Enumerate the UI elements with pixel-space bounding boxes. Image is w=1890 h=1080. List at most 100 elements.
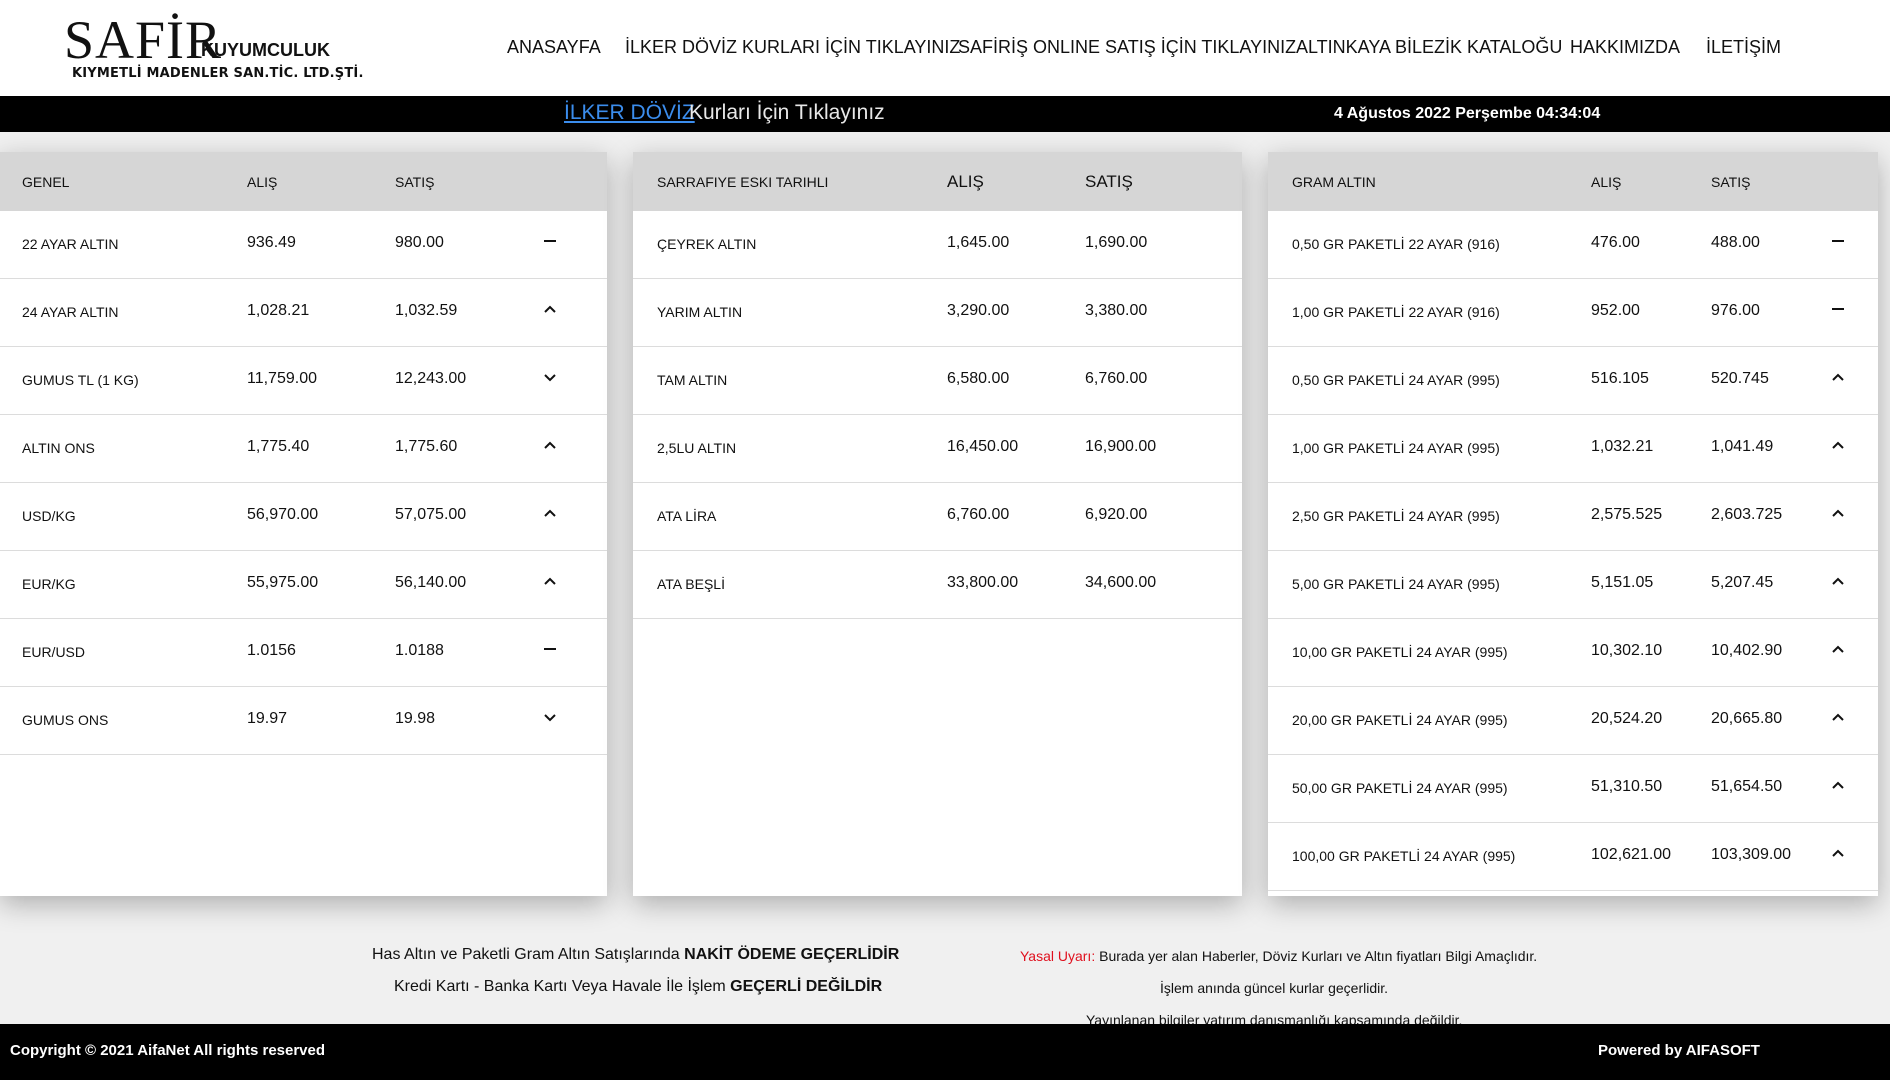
rate-buy: 5,151.05 [1591,574,1654,591]
table-row: 24 AYAR ALTIN 1,028.21 1,032.59 [0,279,607,347]
table-row: ATA BEŞLİ 33,800.00 34,600.00 [633,551,1242,619]
rate-buy: 952.00 [1591,302,1640,319]
legal-warning: Yasal Uyarı: Burada yer alan Haberler, D… [1020,948,1537,964]
current-datetime: 4 Ağustos 2022 Perşembe 04:34:04 [1334,105,1601,122]
table-row: 22 AYAR ALTIN 936.49 980.00 [0,211,607,279]
table-header: GRAM ALTIN ALIŞ SATIŞ [1268,152,1878,211]
rate-name: 20,00 GR PAKETLİ 24 AYAR (995) [1292,712,1508,728]
table-row: 2,5LU ALTIN 16,450.00 16,900.00 [633,415,1242,483]
nav-ilker-doviz[interactable]: İLKER DÖVİZ KURLARI İÇİN TIKLAYINIZ [625,37,960,58]
rate-sell: 3,380.00 [1085,302,1148,319]
panel-gram-altin: GRAM ALTIN ALIŞ SATIŞ 0,50 GR PAKETLİ 22 AY… [1268,152,1878,896]
rate-name: GUMUS TL (1 KG) [22,372,139,388]
rate-sell: 34,600.00 [1085,574,1157,591]
table-row: GUMUS ONS 19.97 19.98 [0,687,607,755]
rate-buy: 102,621.00 [1591,846,1672,863]
ticker-link[interactable]: İLKER DÖVİZ [564,101,695,125]
rate-buy: 20,524.20 [1591,710,1663,727]
panel-genel: GENEL ALIŞ SATIŞ 22 AYAR ALTIN 936.49 980.00 2… [0,152,607,896]
nav-altinkaya-catalog[interactable]: ALTINKAYA BİLEZİK KATALOĞU [1296,37,1562,58]
table-row: 20,00 GR PAKETLİ 24 AYAR (995) 20,524.20 2… [1268,687,1878,755]
rate-name: ATA BEŞLİ [657,576,725,592]
nav-about[interactable]: HAKKIMIZDA [1570,37,1680,58]
rate-sell: 51,654.50 [1711,778,1783,795]
powered-by-link[interactable]: Powered by AIFASOFT [1598,1042,1760,1059]
rate-name: USD/KG [22,508,76,524]
column-header-name: GENEL [22,174,70,190]
trend-up-icon [540,299,560,319]
rate-buy: 3,290.00 [947,302,1010,319]
rate-name: EUR/USD [22,644,86,660]
rate-sell: 1.0188 [395,642,444,659]
column-header-buy: ALIŞ [247,174,278,190]
trend-flat-icon [1828,299,1848,319]
rate-sell: 16,900.00 [1085,438,1157,455]
rate-buy: 11,759.00 [247,370,317,387]
rate-name: 1,00 GR PAKETLİ 24 AYAR (995) [1292,440,1500,456]
legal-warning-line2: İşlem anında güncel kurlar geçerlidir. [1160,980,1389,996]
table-header: GENEL ALIŞ SATIŞ [0,152,607,211]
rate-buy: 10,302.10 [1591,642,1663,659]
payment-note-cash-text: Has Altın ve Paketli Gram Altın Satışlar… [372,946,685,963]
rate-name: 2,50 GR PAKETLİ 24 AYAR (995) [1292,508,1500,524]
trend-up-icon [1828,639,1848,659]
rate-buy: 56,970.00 [247,506,319,523]
rate-name: 24 AYAR ALTIN [22,304,119,320]
rate-sell: 12,243.00 [395,370,467,387]
table-row: USD/KG 56,970.00 57,075.00 [0,483,607,551]
rate-name: ATA LİRA [657,508,717,524]
table-row: 10,00 GR PAKETLİ 24 AYAR (995) 10,302.10 1… [1268,619,1878,687]
rate-sell: 6,760.00 [1085,370,1148,387]
rate-sell: 2,603.725 [1711,506,1783,523]
rate-name: EUR/KG [22,576,76,592]
trend-up-icon [540,503,560,523]
trend-up-icon [1828,571,1848,591]
rate-sell: 1,032.59 [395,302,458,319]
rate-sell: 980.00 [395,234,444,251]
table-row: 1,00 GR PAKETLİ 22 AYAR (916) 952.00 976.0… [1268,279,1878,347]
trend-up-icon [1828,503,1848,523]
brand-name: SAFİR [64,10,223,70]
trend-up-icon [1828,843,1848,863]
rate-sell: 19.98 [395,710,436,727]
trend-flat-icon [540,639,560,659]
rate-sell: 520.745 [1711,370,1769,387]
rate-name: 22 AYAR ALTIN [22,236,119,252]
rate-buy: 6,580.00 [947,370,1010,387]
rate-name: 0,50 GR PAKETLİ 22 AYAR (916) [1292,236,1500,252]
trend-up-icon [1828,367,1848,387]
brand-tagline: KIYMETLİ MADENLER SAN.TİC. LTD.ŞTİ. [72,66,364,81]
footer: Copyright © 2021 AifaNet All rights rese… [0,1024,1890,1080]
table-row: 2,50 GR PAKETLİ 24 AYAR (995) 2,575.525 2,… [1268,483,1878,551]
trend-up-icon [540,571,560,591]
rate-sell: 976.00 [1711,302,1760,319]
rate-buy: 936.49 [247,234,296,251]
copyright-text: Copyright © 2021 AifaNet All rights rese… [10,1042,326,1059]
rate-name: 10,00 GR PAKETLİ 24 AYAR (995) [1292,644,1508,660]
rate-sell: 10,402.90 [1711,642,1783,659]
trend-up-icon [540,435,560,455]
brand-suffix: KUYUMCULUK [201,40,330,60]
table-row: 0,50 GR PAKETLİ 24 AYAR (995) 516.105 520.… [1268,347,1878,415]
nav-home[interactable]: ANASAYFA [507,37,601,58]
nav-contact[interactable]: İLETİŞİM [1706,37,1781,58]
trend-flat-icon [540,231,560,251]
table-row: YARIM ALTIN 3,290.00 3,380.00 [633,279,1242,347]
rate-buy: 55,975.00 [247,574,319,591]
nav-safiris-online[interactable]: SAFİRİŞ ONLINE SATIŞ İÇİN TIKLAYINIZ [958,37,1296,58]
rate-buy: 6,760.00 [947,506,1010,523]
table-row: EUR/KG 55,975.00 56,140.00 [0,551,607,619]
table-row: ÇEYREK ALTIN 1,645.00 1,690.00 [633,211,1242,279]
payment-note-cash: Has Altın ve Paketli Gram Altın Satışlar… [372,946,899,964]
rate-sell: 488.00 [1711,234,1760,251]
rate-name: ALTIN ONS [22,440,95,456]
payment-note-card-emphasis: GEÇERLİ DEĞİLDİR [730,978,883,995]
column-header-buy: ALIŞ [1591,174,1622,190]
table-row: TAM ALTIN 6,580.00 6,760.00 [633,347,1242,415]
rate-buy: 1,028.21 [247,302,310,319]
legal-warning-label: Yasal Uyarı: [1020,948,1096,964]
brand-logo[interactable]: SAFİR KUYUMCULUK KIYMETLİ MADENLER SAN.T… [64,10,363,88]
header: SAFİR KUYUMCULUK KIYMETLİ MADENLER SAN.T… [0,0,1890,96]
column-header-sell: SATIŞ [1711,174,1751,190]
column-header-name: SARRAFIYE ESKI TARIHLI [657,174,829,190]
